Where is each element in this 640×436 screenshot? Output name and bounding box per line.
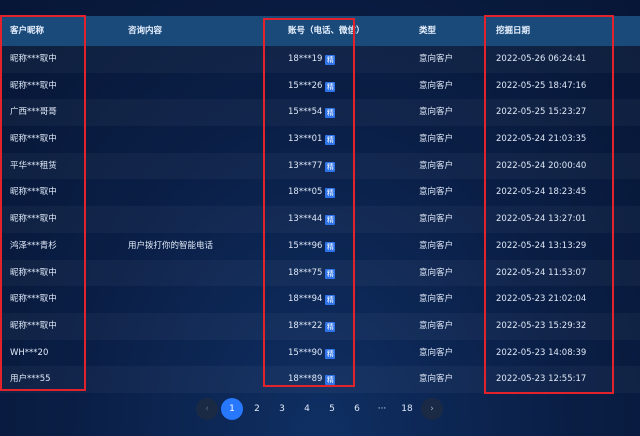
page-3[interactable]: 3 [271,398,293,420]
customer-type: 意向客户 [419,214,454,225]
page-6[interactable]: 6 [346,398,368,420]
next-page-button[interactable]: › [421,398,443,420]
highlight-date-column [484,15,614,394]
header-type: 类型 [419,26,437,36]
page-18[interactable]: 18 [396,398,418,420]
customer-type: 意向客户 [419,294,454,305]
page-4[interactable]: 4 [296,398,318,420]
customer-type: 意向客户 [419,80,454,91]
customer-type: 意向客户 [419,240,454,251]
customer-type: 意向客户 [419,187,454,198]
customer-type: 意向客户 [419,347,454,358]
customer-type: 意向客户 [419,107,454,118]
page-2[interactable]: 2 [246,398,268,420]
customer-type: 意向客户 [419,134,454,145]
customer-type: 意向客户 [419,160,454,171]
page-1[interactable]: 1 [221,398,243,420]
highlight-name-column [0,15,86,391]
customer-type: 意向客户 [419,54,454,64]
highlight-account-column [263,18,355,387]
consult-content: 用户拨打你的智能电话 [128,240,214,251]
customer-type: 意向客户 [419,320,454,331]
header-consult: 咨询内容 [128,26,163,36]
page-ellipsis[interactable]: ··· [371,398,393,420]
page-5[interactable]: 5 [321,398,343,420]
prev-page-button[interactable]: ‹ [196,398,218,420]
customer-type: 意向客户 [419,374,454,385]
customer-type: 意向客户 [419,267,454,278]
